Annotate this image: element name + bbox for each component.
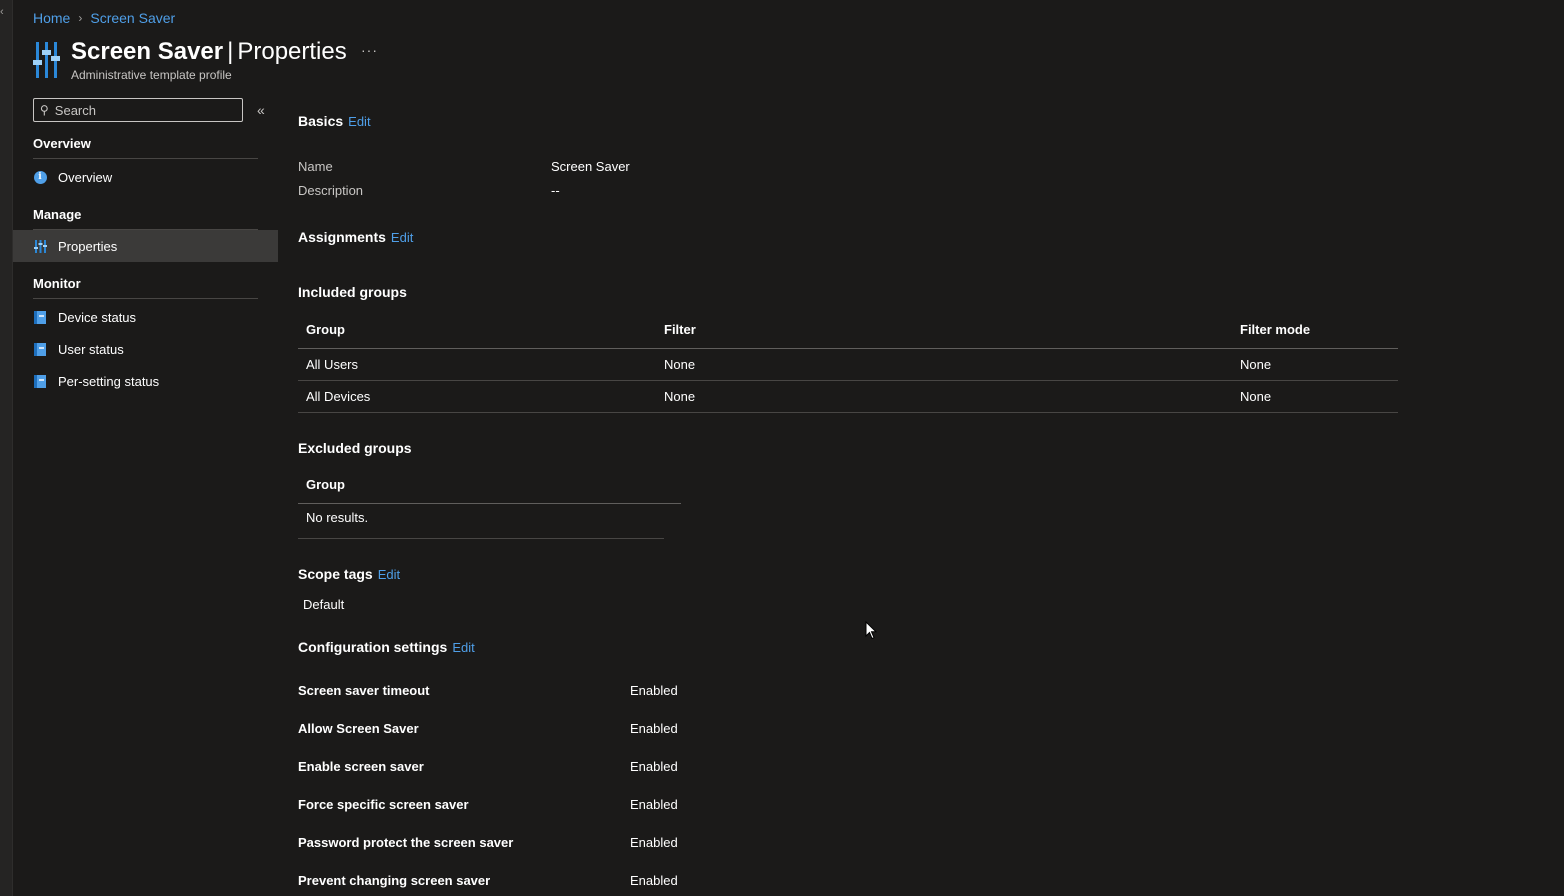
sidebar-item-label: Device status [58, 309, 137, 325]
table-cell: None [1232, 348, 1398, 381]
excluded-empty-message: No results. [306, 510, 369, 525]
setting-value: Enabled [630, 759, 678, 774]
sidebar-item-device-status[interactable]: Device status [13, 301, 278, 333]
column-header-filter: Filter [656, 312, 1232, 349]
sidebar-item-label: Properties [58, 238, 118, 254]
setting-name: Prevent changing screen saver [298, 873, 491, 888]
description-label: Description [298, 183, 364, 198]
included-groups-title: Included groups [298, 284, 407, 300]
page-subtitle: Administrative template profile [71, 68, 232, 82]
description-value: -- [551, 183, 560, 198]
setting-value: Enabled [630, 797, 678, 812]
table-cell: All Users [298, 348, 656, 381]
scope-tags-title: Scope tags [298, 566, 373, 582]
divider [298, 538, 664, 539]
page-title: Screen Saver | Properties [71, 38, 347, 66]
properties-sliders-icon [33, 42, 60, 78]
left-edge-bar[interactable]: ‹ [0, 0, 13, 896]
page-title-divider: | [227, 38, 234, 65]
book-icon [34, 342, 46, 356]
setting-name: Screen saver timeout [298, 683, 430, 698]
configuration-section-title: Configuration settings Edit [298, 639, 475, 655]
setting-name: Force specific screen saver [298, 797, 469, 812]
info-icon: i [33, 170, 47, 184]
column-header-filter-mode: Filter mode [1232, 312, 1398, 349]
search-input[interactable]: ⚲ Search [33, 98, 243, 122]
configuration-title: Configuration settings [298, 639, 448, 655]
table-row: All Devices None None [298, 380, 1398, 413]
scope-tag-value: Default [303, 597, 345, 612]
section-monitor-title: Monitor [33, 262, 258, 299]
basics-section-title: Basics Edit [298, 113, 371, 129]
sidebar: ⚲ Search « Overview i Overview Manage Pr… [13, 98, 278, 397]
assignments-title: Assignments [298, 229, 386, 245]
sidebar-item-properties[interactable]: Properties [13, 230, 278, 262]
assignments-section-title: Assignments Edit [298, 229, 413, 245]
breadcrumb-home-link[interactable]: Home [33, 10, 70, 26]
setting-name: Allow Screen Saver [298, 721, 419, 736]
collapse-icon[interactable]: « [257, 102, 265, 118]
name-label: Name [298, 159, 333, 174]
scope-tags-edit-link[interactable]: Edit [378, 567, 400, 582]
setting-value: Enabled [630, 873, 678, 888]
chevron-left-icon[interactable]: ‹ [0, 6, 4, 18]
more-options-button[interactable]: ··· [361, 42, 378, 58]
sidebar-item-label: Per-setting status [58, 373, 160, 389]
sidebar-item-user-status[interactable]: User status [13, 333, 278, 365]
sidebar-item-label: Overview [58, 169, 113, 185]
table-row: All Users None None [298, 348, 1398, 381]
page-header: Screen Saver | Properties Administrative t… [33, 38, 347, 82]
section-overview-title: Overview [33, 122, 258, 159]
properties-sliders-icon [33, 239, 47, 253]
configuration-edit-link[interactable]: Edit [452, 640, 474, 655]
sidebar-item-label: User status [58, 341, 124, 357]
table-cell: None [1232, 380, 1398, 413]
excluded-groups-table: Group [298, 467, 681, 504]
assignments-edit-link[interactable]: Edit [391, 230, 413, 245]
breadcrumb-current-link[interactable]: Screen Saver [90, 10, 175, 26]
column-header-group: Group [298, 312, 656, 349]
setting-name: Enable screen saver [298, 759, 424, 774]
setting-value: Enabled [630, 683, 678, 698]
book-icon [34, 310, 46, 324]
scope-tags-section-title: Scope tags Edit [298, 566, 400, 582]
page-title-main: Screen Saver [71, 38, 224, 65]
basics-title: Basics [298, 113, 344, 129]
section-manage-title: Manage [33, 193, 258, 230]
sidebar-item-per-setting-status[interactable]: Per-setting status [13, 365, 278, 397]
page-title-sub: Properties [237, 38, 347, 65]
setting-value: Enabled [630, 835, 678, 850]
sidebar-item-overview[interactable]: i Overview [13, 161, 278, 193]
breadcrumb: Home › Screen Saver [33, 10, 175, 26]
search-placeholder: Search [54, 102, 96, 118]
setting-name: Password protect the screen saver [298, 835, 514, 850]
table-cell: None [656, 380, 1232, 413]
basics-edit-link[interactable]: Edit [348, 114, 370, 129]
name-value: Screen Saver [551, 159, 630, 174]
table-cell: None [656, 348, 1232, 381]
excluded-groups-title: Excluded groups [298, 440, 412, 456]
column-header-group: Group [298, 467, 681, 504]
setting-value: Enabled [630, 721, 678, 736]
included-groups-table: Group Filter Filter mode All Users None … [298, 312, 1398, 413]
table-cell: All Devices [298, 380, 656, 413]
search-icon: ⚲ [40, 103, 49, 117]
book-icon [34, 374, 46, 388]
breadcrumb-chevron-icon: › [78, 11, 83, 25]
mouse-cursor-icon [865, 621, 877, 640]
